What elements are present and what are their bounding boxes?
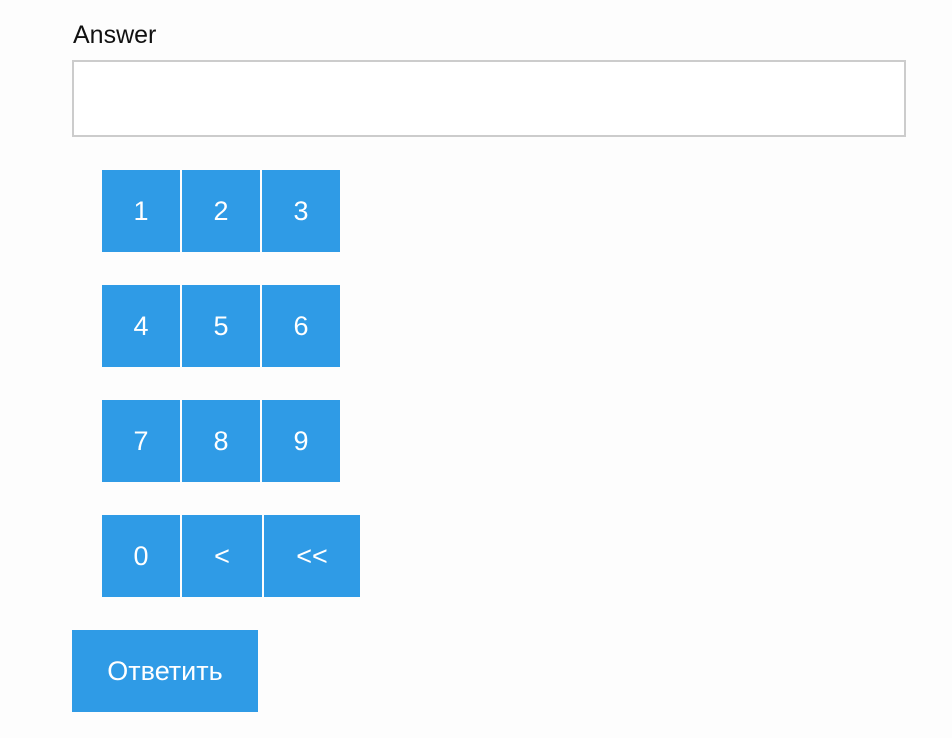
submit-button[interactable]: Ответить bbox=[72, 630, 258, 712]
key-0-button[interactable]: 0 bbox=[102, 515, 180, 597]
clear-button[interactable]: << bbox=[264, 515, 360, 597]
backspace-button[interactable]: < bbox=[182, 515, 262, 597]
keypad-row: 7 8 9 bbox=[102, 400, 340, 482]
key-6-button[interactable]: 6 bbox=[262, 285, 340, 367]
answer-input[interactable] bbox=[72, 60, 906, 137]
key-4-button[interactable]: 4 bbox=[102, 285, 180, 367]
key-7-button[interactable]: 7 bbox=[102, 400, 180, 482]
keypad-row: 1 2 3 bbox=[102, 170, 340, 252]
answer-form: Answer 1 2 3 4 5 6 7 8 9 0 < << Ответить bbox=[0, 0, 952, 738]
keypad-row: 0 < << bbox=[102, 515, 360, 597]
key-5-button[interactable]: 5 bbox=[182, 285, 260, 367]
answer-label: Answer bbox=[73, 21, 157, 49]
keypad-row: 4 5 6 bbox=[102, 285, 340, 367]
key-2-button[interactable]: 2 bbox=[182, 170, 260, 252]
key-8-button[interactable]: 8 bbox=[182, 400, 260, 482]
key-3-button[interactable]: 3 bbox=[262, 170, 340, 252]
key-9-button[interactable]: 9 bbox=[262, 400, 340, 482]
key-1-button[interactable]: 1 bbox=[102, 170, 180, 252]
